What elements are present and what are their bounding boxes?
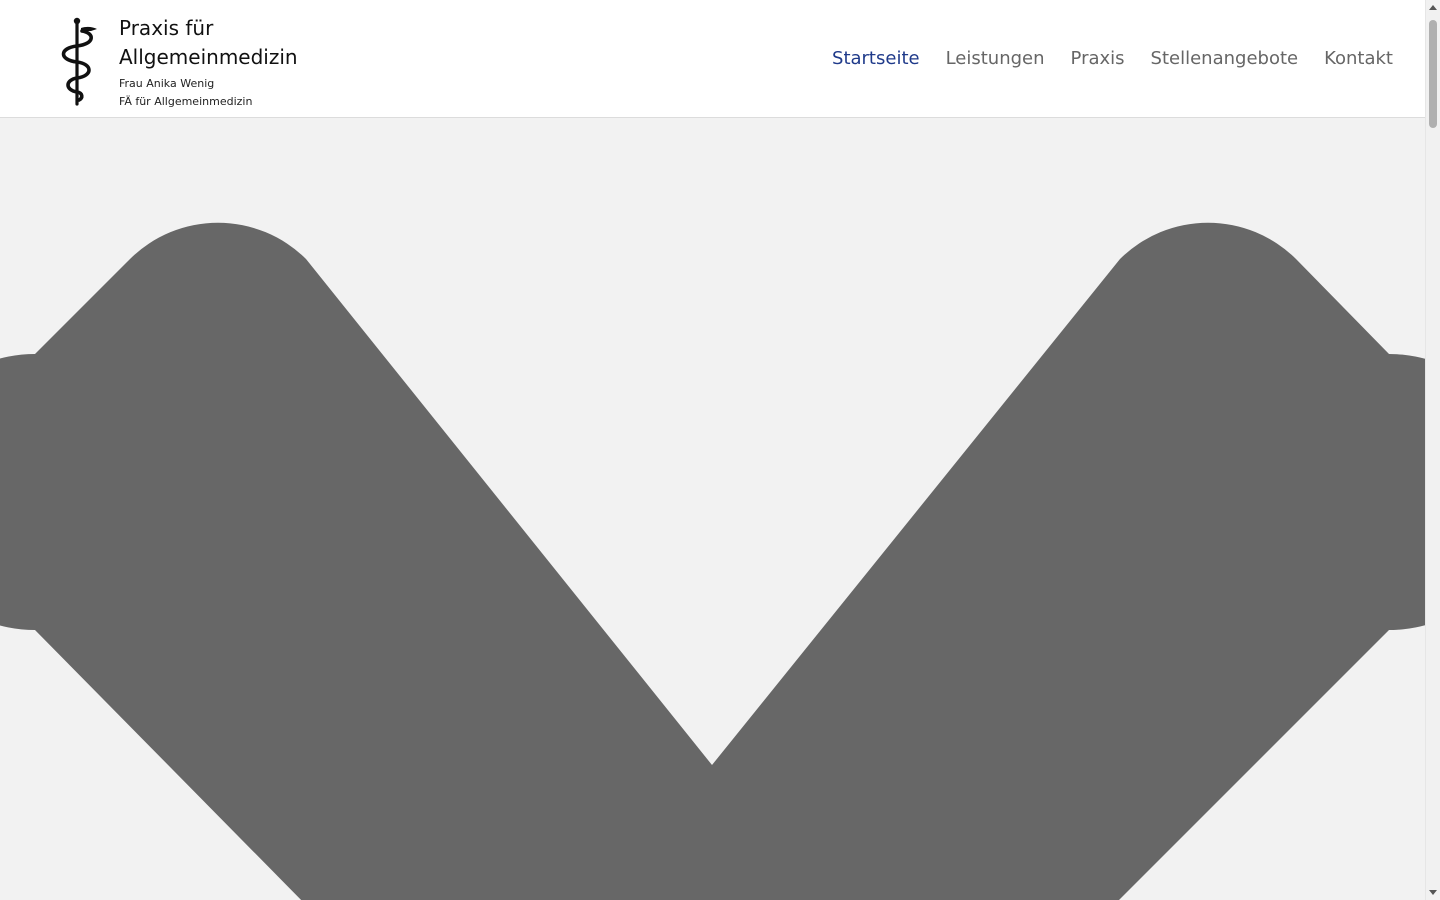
scroll-down-arrow-icon[interactable] [1429,890,1437,895]
nav-item-praxis[interactable]: Praxis [1071,44,1125,74]
chevron-down-shape [0,222,1425,900]
main-navigation: Startseite Leistungen Praxis Stellenange… [806,44,1393,74]
nav-item-leistungen[interactable]: Leistungen [946,44,1045,74]
site-header: Praxis für Allgemeinmedizin Frau Anika W… [0,0,1425,118]
nav-item-stellenangebote[interactable]: Stellenangebote [1151,44,1299,74]
logo-subtitle-specialty: FÄ für Allgemeinmedizin [119,95,253,108]
page-viewport: Praxis für Allgemeinmedizin Frau Anika W… [0,0,1425,900]
page-scrollbar[interactable] [1425,0,1440,900]
scroll-thumb[interactable] [1429,20,1437,128]
logo-title: Praxis für Allgemeinmedizin [119,16,298,69]
nav-item-kontakt[interactable]: Kontakt [1324,44,1393,74]
chevron-down-icon[interactable] [0,119,1425,900]
logo-link[interactable]: Praxis für Allgemeinmedizin Frau Anika W… [55,14,319,111]
hero-section [0,119,1425,900]
rod-of-asclepius-icon [61,17,97,106]
logo-subtitle-name: Frau Anika Wenig [119,77,215,90]
nav-item-startseite[interactable]: Startseite [832,44,920,74]
scroll-up-arrow-icon[interactable] [1429,5,1437,10]
